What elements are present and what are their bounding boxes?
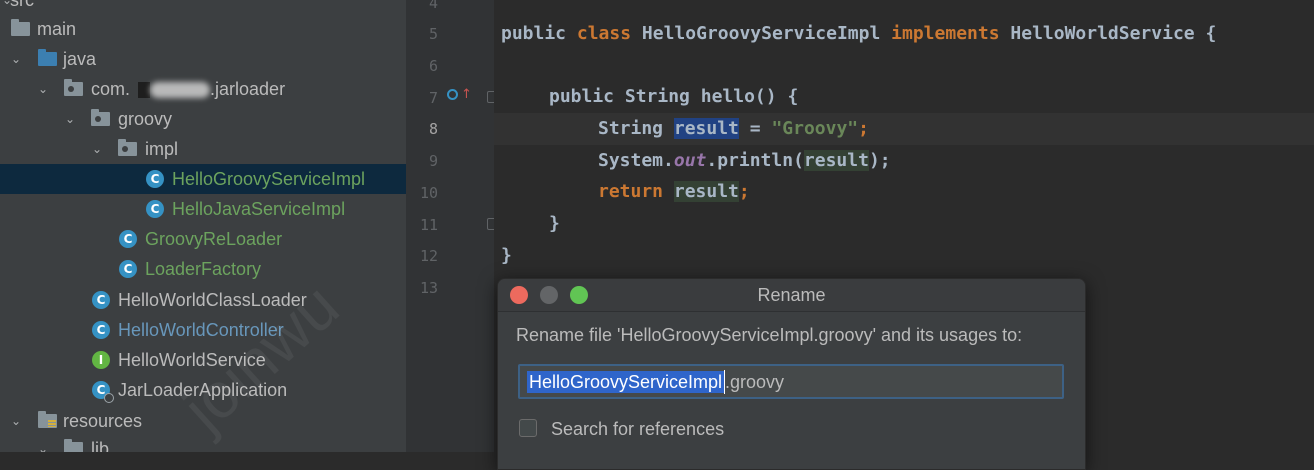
line-number: 10 <box>419 184 438 202</box>
interface-icon: I <box>91 350 111 370</box>
search-for-references-checkbox[interactable] <box>519 419 537 437</box>
line-number: 4 <box>428 0 438 12</box>
tree-item-label: main <box>37 18 77 39</box>
code-line-8: String result = "Groovy"; <box>598 118 869 139</box>
tree-item-groovy[interactable]: ⌄ groovy <box>0 104 406 134</box>
rename-dialog: Rename Rename file 'HelloGroovyServiceIm… <box>497 278 1086 470</box>
tree-item-loaderfactory[interactable]: C LoaderFactory <box>0 254 406 284</box>
code-line-5: public class HelloGroovyServiceImpl impl… <box>501 23 1217 44</box>
line-number: 6 <box>428 57 438 75</box>
code-line-12: } <box>501 245 512 266</box>
tree-item-label: GroovyReLoader <box>145 228 283 249</box>
navigate-up-arrow-icon[interactable]: ↑ <box>461 88 472 101</box>
line-number: 9 <box>428 152 438 170</box>
code-line-10: return result; <box>598 181 750 202</box>
chevron-down-icon[interactable]: ⌄ <box>36 442 50 452</box>
tree-item-label: JarLoaderApplication <box>118 379 288 400</box>
code-line-9: System.out.println(result); <box>598 150 891 171</box>
package-icon <box>117 139 137 159</box>
line-number-current: 8 <box>428 120 438 138</box>
editor-gutter[interactable]: 4 5 6 7 8 9 10 11 12 13 <box>406 0 497 452</box>
tree-item-hellojavaserviceimpl[interactable]: C HelloJavaServiceImpl <box>0 194 406 224</box>
tree-item-label: resources <box>63 410 143 431</box>
dialog-titlebar[interactable]: Rename <box>498 279 1085 312</box>
resources-folder-icon <box>37 411 57 431</box>
chevron-down-icon[interactable]: ⌄ <box>63 112 77 126</box>
class-icon: C <box>91 290 111 310</box>
class-icon: C <box>91 320 111 340</box>
tree-item-package-jarloader[interactable]: ⌄ com. .jarloader <box>0 74 406 104</box>
chevron-down-icon[interactable]: ⌄ <box>36 82 50 96</box>
chevron-down-icon[interactable]: ⌄ <box>9 52 23 66</box>
package-icon <box>63 79 83 99</box>
class-icon: C <box>145 199 165 219</box>
line-number: 11 <box>419 216 438 234</box>
folder-icon <box>10 19 30 39</box>
tree-item-resources[interactable]: ⌄ resources <box>0 406 406 436</box>
tree-item-jarloaderapplication[interactable]: C JarLoaderApplication <box>0 375 406 405</box>
code-line-11: } <box>549 213 560 234</box>
spring-boot-class-icon: C <box>91 380 114 403</box>
search-for-references-label[interactable]: Search for references <box>551 419 724 440</box>
tree-item-label: src <box>10 0 34 11</box>
line-number: 12 <box>419 247 438 265</box>
tree-item-impl[interactable]: ⌄ impl <box>0 134 406 164</box>
source-folder-icon <box>37 49 57 69</box>
class-icon: C <box>118 259 138 279</box>
code-line-7: public String hello() { <box>549 86 799 107</box>
tree-item-label: HelloJavaServiceImpl <box>172 198 346 219</box>
class-icon: C <box>118 229 138 249</box>
extension-text: .groovy <box>725 372 785 392</box>
tree-item-label: groovy <box>118 108 173 129</box>
tree-item-label: java <box>63 48 97 69</box>
tree-item-label: com. .jarloader <box>91 78 286 99</box>
selected-text: HelloGroovyServiceImpl <box>527 371 725 393</box>
tree-item-helloworldservice[interactable]: I HelloWorldService <box>0 345 406 375</box>
tree-item-java[interactable]: ⌄ java <box>0 44 406 74</box>
tree-item-label: HelloWorldService <box>118 349 266 370</box>
chevron-down-icon[interactable]: ⌄ <box>90 142 104 156</box>
chevron-down-icon[interactable]: ⌄ <box>9 414 23 428</box>
class-icon: C <box>145 169 165 189</box>
tree-item-label: HelloGroovyServiceImpl <box>172 168 366 189</box>
tree-item-main[interactable]: main <box>0 14 406 44</box>
selected-identifier: result <box>673 118 739 139</box>
dialog-title: Rename <box>757 285 826 305</box>
tree-item-helloworldclassloader[interactable]: C HelloWorldClassLoader <box>0 285 406 315</box>
package-icon <box>90 109 110 129</box>
tree-item-src[interactable]: ⌄ src <box>0 0 406 15</box>
implements-method-icon[interactable] <box>447 89 458 100</box>
tree-item-label: impl <box>145 138 179 159</box>
line-number: 5 <box>428 25 438 43</box>
project-tree: ⌄ src main ⌄ java ⌄ com..jarloader ⌄ gro… <box>0 0 406 452</box>
tree-item-label: LoaderFactory <box>145 258 262 279</box>
line-number: 13 <box>419 279 438 297</box>
tree-item-label: lib <box>91 438 110 453</box>
tree-item-hellogroovyserviceimpl[interactable]: C HelloGroovyServiceImpl <box>0 164 406 194</box>
tree-item-label: HelloWorldClassLoader <box>118 289 307 310</box>
tree-item-lib[interactable]: ⌄ lib <box>0 434 406 452</box>
tree-item-helloworldcontroller[interactable]: C HelloWorldController <box>0 315 406 345</box>
rename-prompt: Rename file 'HelloGroovyServiceImpl.groo… <box>516 325 1023 345</box>
line-number: 7 <box>428 89 438 107</box>
new-name-input[interactable]: HelloGroovyServiceImpl .groovy <box>518 364 1064 399</box>
tree-item-label: HelloWorldController <box>118 319 284 340</box>
folder-icon <box>63 439 83 452</box>
tree-item-groovyreloader[interactable]: C GroovyReLoader <box>0 224 406 254</box>
